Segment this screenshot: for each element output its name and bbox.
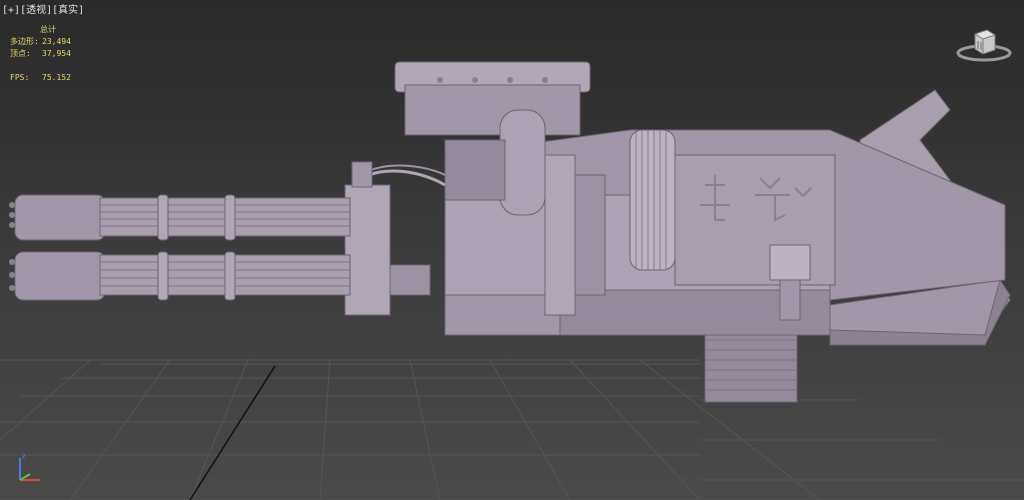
viewport-view-mode[interactable]: [透视]: [20, 5, 52, 16]
stats-fps-label: FPS:: [10, 73, 30, 82]
upper-barrel: [9, 194, 351, 241]
stats-verts-value: 37,954: [42, 49, 71, 58]
ground-grid: [0, 359, 1024, 500]
perspective-viewport[interactable]: [+][透视][真实] 总计 多边形: 23,494 顶点: 37,954 FP…: [0, 0, 1024, 500]
drive-gear: [629, 129, 676, 271]
ammo-box: [704, 329, 798, 403]
viewport-statistics: 总计 多边形: 23,494 顶点: 37,954 FPS: 75.152: [10, 24, 71, 84]
stats-total-header: 总计: [40, 25, 56, 34]
svg-text:z: z: [22, 452, 26, 460]
stats-polys-value: 23,494: [42, 37, 71, 46]
grid-home-axis: [189, 365, 276, 500]
stats-fps-value: 75.152: [42, 73, 71, 82]
viewcube-icon[interactable]: [955, 26, 1013, 64]
barrel-housing: [344, 184, 391, 316]
rear-block: [674, 154, 836, 286]
lower-barrel: [9, 251, 351, 301]
axis-tripod-icon: z: [10, 448, 50, 488]
viewport-scene: [0, 61, 1024, 500]
stats-verts-label: 顶点:: [10, 49, 31, 58]
viewport-label: [+][透视][真实]: [2, 1, 84, 16]
stats-polys-label: 多边形:: [10, 37, 39, 46]
viewport-shading-mode[interactable]: [真实]: [52, 5, 84, 16]
minigun-model[interactable]: [9, 61, 1011, 403]
viewport-menu-plus[interactable]: [+]: [2, 5, 20, 16]
